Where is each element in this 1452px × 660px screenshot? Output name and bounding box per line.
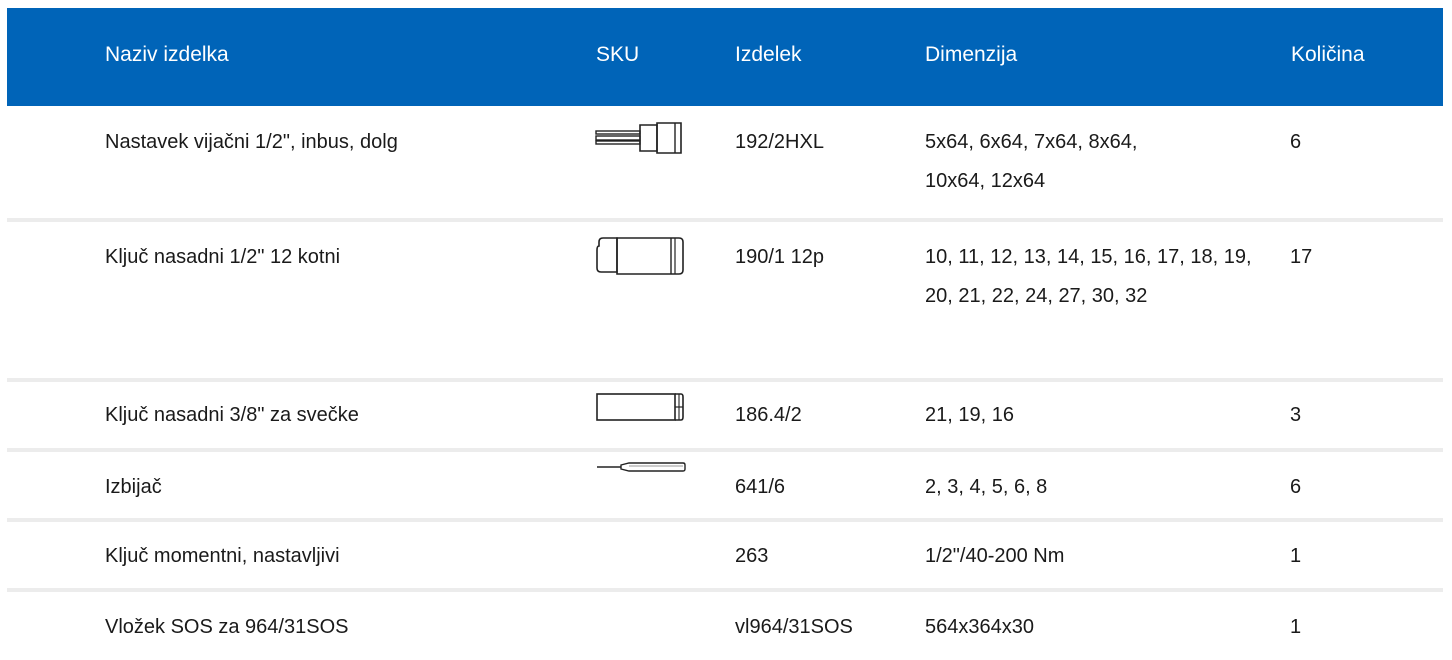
product-dimension: 5x64, 6x64, 7x64, 8x64, 10x64, 12x64 — [925, 131, 1138, 192]
product-name: Ključ nasadni 3/8" za svečke — [105, 404, 359, 426]
table-row: Ključ nasadni 3/8" za svečke 186.4/2 21,… — [7, 382, 1443, 452]
column-header-sku: SKU — [596, 43, 640, 66]
product-quantity: 17 — [1290, 246, 1313, 268]
product-quantity: 1 — [1290, 545, 1302, 567]
column-header-name: Naziv izdelka — [105, 43, 229, 66]
table-row: Ključ momentni, nastavljivi 263 1/2"/40-… — [7, 522, 1443, 592]
column-header-quantity: Količina — [1291, 43, 1365, 66]
product-item-code: 186.4/2 — [735, 404, 802, 426]
product-name: Nastavek vijačni 1/2", inbus, dolg — [105, 131, 398, 153]
product-dimension: 2, 3, 4, 5, 6, 8 — [925, 476, 1048, 498]
socket-icon — [595, 234, 685, 276]
spark-plug-socket-icon — [595, 391, 685, 423]
table-header: Naziv izdelka SKU Izdelek Dimenzija Koli… — [7, 8, 1443, 106]
table-row: Ključ nasadni 1/2" 12 kotni 190/1 12p 10… — [7, 222, 1443, 382]
column-header-dimension: Dimenzija — [925, 43, 1018, 66]
product-item-code: 641/6 — [735, 476, 786, 498]
pin-punch-icon — [595, 460, 687, 474]
product-quantity: 3 — [1290, 404, 1302, 426]
column-header-item: Izdelek — [735, 43, 802, 66]
product-dimension: 1/2"/40-200 Nm — [925, 545, 1065, 567]
product-name: Ključ momentni, nastavljivi — [105, 545, 340, 567]
product-dimension: 21, 19, 16 — [925, 404, 1014, 426]
hex-bit-socket-icon — [595, 121, 683, 155]
product-quantity: 6 — [1290, 131, 1302, 153]
table-row: Nastavek vijačni 1/2", inbus, dolg 192/2… — [7, 106, 1443, 222]
product-dimension: 564x364x30 — [925, 616, 1034, 638]
product-item-code: vl964/31SOS — [735, 616, 853, 638]
product-item-code: 263 — [735, 545, 769, 567]
product-dimension: 10, 11, 12, 13, 14, 15, 16, 17, 18, 19, … — [925, 246, 1252, 307]
product-name: Izbijač — [105, 476, 162, 498]
product-item-code: 192/2HXL — [735, 131, 824, 153]
product-quantity: 6 — [1290, 476, 1302, 498]
table-row: Izbijač 641/6 2, 3, 4, 5, 6, 8 6 — [7, 452, 1443, 522]
product-table: Naziv izdelka SKU Izdelek Dimenzija Koli… — [7, 8, 1443, 658]
product-name: Vložek SOS za 964/31SOS — [105, 616, 349, 638]
product-item-code: 190/1 12p — [735, 246, 824, 268]
product-quantity: 1 — [1290, 616, 1302, 638]
table-row: Vložek SOS za 964/31SOS vl964/31SOS 564x… — [7, 592, 1443, 658]
product-name: Ključ nasadni 1/2" 12 kotni — [105, 246, 341, 268]
